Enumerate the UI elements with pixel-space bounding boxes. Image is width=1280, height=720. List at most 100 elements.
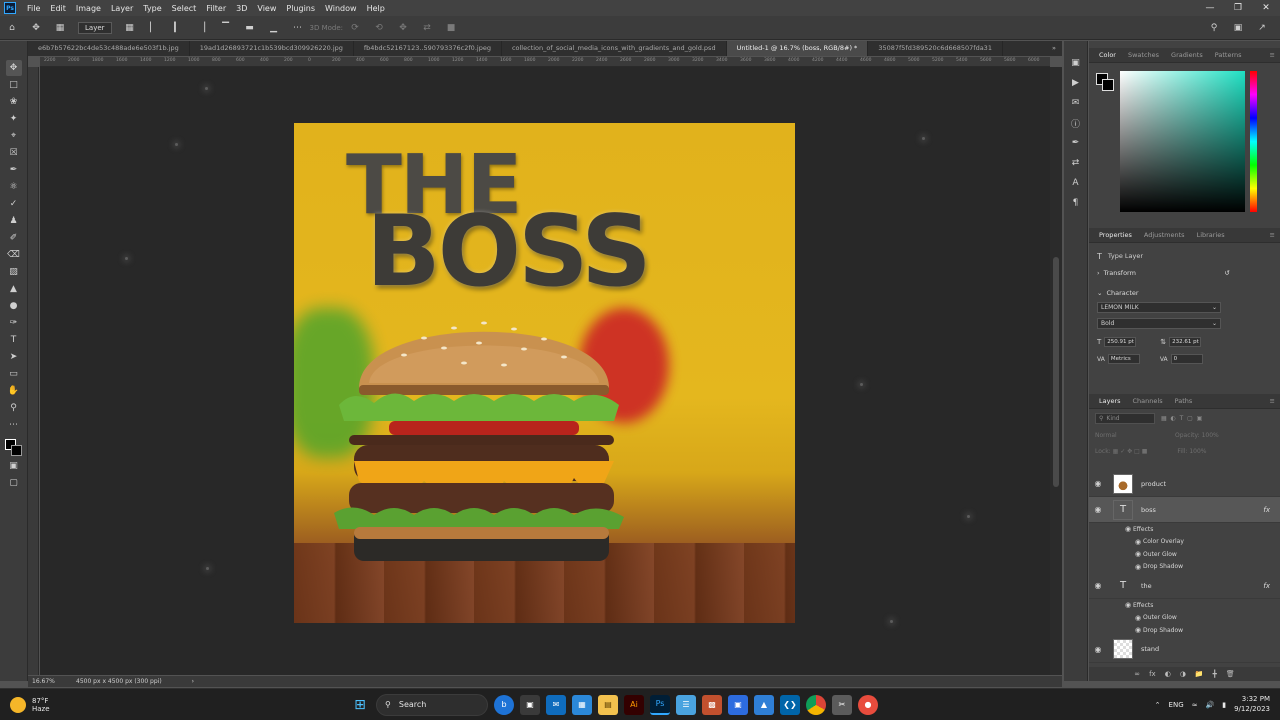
rectangle-tool-icon[interactable]: ▭	[6, 366, 22, 382]
delete-layer-icon[interactable]: 🗑	[1226, 670, 1235, 678]
eye-icon[interactable]: ◉	[1133, 538, 1143, 546]
color-panel-swatches[interactable]	[1096, 73, 1114, 91]
auto-select-icon[interactable]: ▦	[53, 21, 67, 35]
doc-tab[interactable]: e6b7b57622bc4de53c488ade6e503f1b.jpg	[28, 41, 190, 56]
reset-icon[interactable]: ↺	[1225, 269, 1230, 277]
eye-icon[interactable]: ◉	[1123, 601, 1133, 609]
blend-mode-dropdown[interactable]: Normal	[1095, 432, 1175, 439]
magic-wand-tool-icon[interactable]: ✦	[6, 111, 22, 127]
history-panel-icon[interactable]: ▣	[1068, 55, 1084, 71]
tab-adjustments[interactable]: Adjustments	[1138, 231, 1191, 239]
home-icon[interactable]: ⌂	[5, 21, 19, 35]
3d-pan-icon[interactable]: ✥	[396, 21, 410, 35]
character-panel-icon[interactable]: A	[1068, 175, 1084, 191]
artboard[interactable]: THE BOSS	[294, 123, 795, 623]
gradient-tool-icon[interactable]: ▨	[6, 264, 22, 280]
fx-icon[interactable]: fx	[1263, 506, 1270, 514]
weather-widget[interactable]: 87°F Haze	[10, 696, 50, 713]
layer-row-boss[interactable]: ◉ T boss fx	[1089, 497, 1280, 523]
layer-row-stand[interactable]: ◉ stand	[1089, 637, 1280, 663]
path-selection-tool-icon[interactable]: ➤	[6, 349, 22, 365]
hue-slider[interactable]	[1250, 71, 1257, 212]
tab-channels[interactable]: Channels	[1127, 397, 1169, 405]
eye-icon[interactable]: ◉	[1123, 525, 1133, 533]
close-icon[interactable]: ✕	[1252, 0, 1280, 16]
effects-group[interactable]: ◉ Effects	[1089, 599, 1280, 612]
more-tabs-icon[interactable]: »	[1046, 41, 1062, 56]
doc-tab[interactable]: 35087f5fd389520c6d668507fda31	[868, 41, 1003, 56]
edit-toolbar-icon[interactable]: ⋯	[6, 417, 22, 433]
clone-stamp-tool-icon[interactable]: ♟	[6, 213, 22, 229]
effect-item[interactable]: ◉ Drop Shadow	[1089, 624, 1280, 637]
effect-item[interactable]: ◉ Drop Shadow	[1089, 561, 1280, 574]
scroll-thumb[interactable]	[1053, 257, 1059, 487]
snipping-tool-icon[interactable]: ✂	[832, 694, 852, 715]
character-section[interactable]: Character	[1106, 289, 1138, 297]
lasso-tool-icon[interactable]: ❀	[6, 94, 22, 110]
layer-row-product[interactable]: ◉ product	[1089, 471, 1280, 497]
menu-file[interactable]: File	[22, 4, 45, 13]
lock-all-icon[interactable]: ■	[1142, 448, 1148, 455]
chrome-icon[interactable]	[806, 694, 826, 715]
chevron-up-icon[interactable]: ⌃	[1155, 701, 1161, 709]
auto-select-dropdown[interactable]: Layer	[78, 21, 112, 34]
tab-paths[interactable]: Paths	[1169, 397, 1199, 405]
eye-icon[interactable]: ◉	[1089, 581, 1107, 590]
vscode-icon[interactable]: ❮❯	[780, 694, 800, 715]
blur-tool-icon[interactable]: ▲	[6, 281, 22, 297]
tab-properties[interactable]: Properties	[1093, 231, 1138, 239]
transform-section[interactable]: Transform	[1104, 269, 1136, 277]
search-icon[interactable]: ⚲	[1207, 21, 1221, 35]
eyedropper-tool-icon[interactable]: ✒	[6, 162, 22, 178]
panel-menu-icon[interactable]: ≡	[1270, 51, 1275, 59]
layer-name[interactable]: boss	[1141, 506, 1156, 514]
kerning-field[interactable]: Metrics	[1107, 354, 1140, 364]
eye-icon[interactable]: ◉	[1089, 505, 1107, 514]
align-left-icon[interactable]: ▏	[147, 21, 161, 35]
pen-tool-icon[interactable]: ✑	[6, 315, 22, 331]
file-explorer-icon[interactable]: ▤	[598, 694, 618, 715]
workspace-icon[interactable]: ▣	[1231, 21, 1245, 35]
tab-patterns[interactable]: Patterns	[1209, 51, 1248, 59]
eraser-tool-icon[interactable]: ⌫	[6, 247, 22, 263]
menu-edit[interactable]: Edit	[45, 4, 71, 13]
layer-filter-kind[interactable]: ⚲ Kind	[1095, 412, 1155, 424]
canvas-vertical-scrollbar[interactable]	[1050, 67, 1062, 675]
share-icon[interactable]: ↗	[1255, 21, 1269, 35]
effect-item[interactable]: ◉ Outer Glow	[1089, 548, 1280, 561]
menu-window[interactable]: Window	[320, 4, 362, 13]
new-layer-icon[interactable]: ╋	[1213, 670, 1217, 678]
quick-mask-icon[interactable]: ▣	[6, 458, 22, 474]
restore-icon[interactable]: ❐	[1224, 0, 1252, 16]
filter-smart-icon[interactable]: ▣	[1197, 415, 1203, 422]
notepad-icon[interactable]: ☰	[676, 694, 696, 715]
archive-app-icon[interactable]: ▩	[702, 694, 722, 715]
tab-color[interactable]: Color	[1093, 51, 1122, 59]
hand-tool-icon[interactable]: ✋	[6, 383, 22, 399]
info-icon[interactable]: ⓘ	[1068, 115, 1084, 131]
opacity-field[interactable]: 100%	[1202, 432, 1219, 439]
illustrator-icon[interactable]: Ai	[624, 694, 644, 715]
panel-menu-icon[interactable]: ≡	[1270, 231, 1275, 239]
leading-field[interactable]: 232.61 pt	[1169, 337, 1202, 347]
doc-tab[interactable]: collection_of_social_media_icons_with_gr…	[502, 41, 727, 56]
3d-slide-icon[interactable]: ⇄	[420, 21, 434, 35]
menu-image[interactable]: Image	[71, 4, 106, 13]
marquee-tool-icon[interactable]: □	[6, 77, 22, 93]
panel-menu-icon[interactable]: ≡	[1270, 397, 1275, 405]
background-color-swatch[interactable]	[10, 445, 22, 456]
filter-pixel-icon[interactable]: ▦	[1161, 415, 1167, 422]
fill-field[interactable]: 100%	[1189, 448, 1206, 455]
doc-tab[interactable]: fb4bdc52167123..590793376c2f0.jpeg	[354, 41, 502, 56]
dodge-tool-icon[interactable]: ●	[6, 298, 22, 314]
more-options-icon[interactable]: ⋯	[291, 21, 305, 35]
lock-pixels-icon[interactable]: ▦	[1113, 448, 1119, 455]
type-tool-icon[interactable]: T	[6, 332, 22, 348]
fx-icon[interactable]: fx	[1263, 582, 1270, 590]
background-color-swatch[interactable]	[1102, 79, 1114, 91]
eye-icon[interactable]: ◉	[1133, 614, 1143, 622]
lock-brush-icon[interactable]: ✓	[1120, 448, 1125, 455]
menu-view[interactable]: View	[252, 4, 281, 13]
lock-move-icon[interactable]: ✥	[1127, 448, 1132, 455]
eye-icon[interactable]: ◉	[1133, 550, 1143, 558]
